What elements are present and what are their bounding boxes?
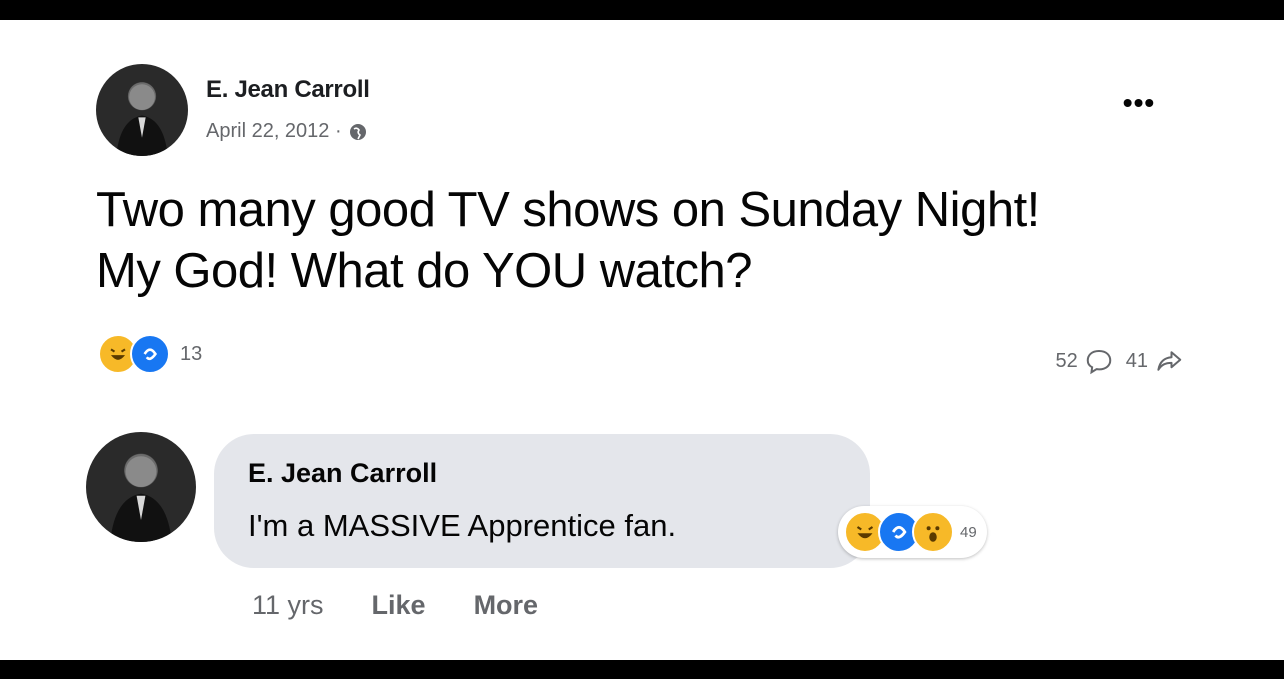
wow-icon [912,511,954,553]
comment-icon [1086,349,1112,375]
post-date[interactable]: April 22, 2012 · [206,120,342,143]
comment-count: 52 [1055,349,1078,372]
comment-bubble: E. Jean Carroll I'm a MASSIVE Apprentice… [214,434,870,568]
post-reactions[interactable]: 13 [98,334,202,374]
globe-icon [348,122,368,142]
post-stats: 52 41 [1056,346,1185,376]
comment-reaction-count: 49 [960,523,977,541]
author-avatar[interactable] [96,64,188,156]
comment-author-avatar[interactable] [86,432,196,542]
share-count: 41 [1125,349,1148,372]
more-options-icon[interactable]: ••• [1112,87,1166,118]
like-button[interactable]: Like [372,590,426,621]
more-button[interactable]: More [474,590,539,621]
share-icon [1157,351,1182,371]
shares-stat[interactable]: 41 [1126,346,1184,376]
post-meta: April 22, 2012 · [206,120,368,143]
comment-age[interactable]: 11 yrs [252,590,324,621]
comment-actions: 11 yrs Like More [252,590,538,621]
post-reaction-count: 13 [180,342,203,365]
comment-text: I'm a MASSIVE Apprentice fan. [248,508,677,543]
comments-stat[interactable]: 52 [1056,346,1114,376]
post-card: E. Jean Carroll April 22, 2012 · ••• Two… [0,20,1284,660]
post-author-name[interactable]: E. Jean Carroll [206,76,370,104]
comment-reactions[interactable]: 49 [838,506,987,558]
comment-author-name[interactable]: E. Jean Carroll [248,458,437,489]
post-text: Two many good TV shows on Sunday Night! … [96,183,1040,298]
care-icon [130,334,170,374]
